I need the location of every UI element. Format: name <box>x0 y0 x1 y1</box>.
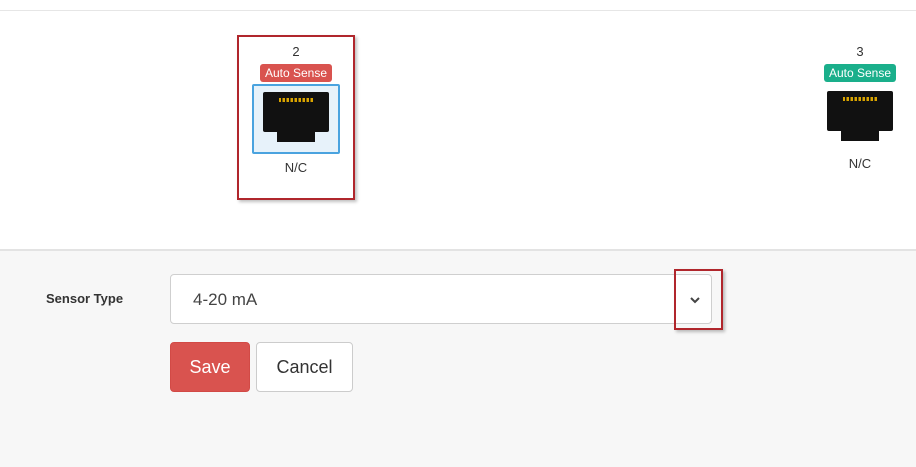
port-status: N/C <box>848 156 872 171</box>
save-button[interactable]: Save <box>170 342 250 392</box>
cancel-button[interactable]: Cancel <box>256 342 353 392</box>
ethernet-port-icon <box>827 91 893 141</box>
sensor-type-label: Sensor Type <box>46 291 124 306</box>
dropdown-highlight-callout <box>674 269 723 330</box>
sensor-type-select[interactable]: 4-20 mA <box>170 274 712 324</box>
port-highlight-callout <box>237 35 355 200</box>
auto-sense-badge: Auto Sense <box>823 64 897 82</box>
ports-panel: 2 Auto Sense N/C 3 Auto Sense N/C <box>0 11 916 249</box>
port-3[interactable]: 3 Auto Sense N/C <box>816 44 904 171</box>
port-3-jack[interactable] <box>816 86 904 150</box>
port-number: 3 <box>856 44 864 59</box>
sensor-type-value: 4-20 mA <box>193 290 258 309</box>
